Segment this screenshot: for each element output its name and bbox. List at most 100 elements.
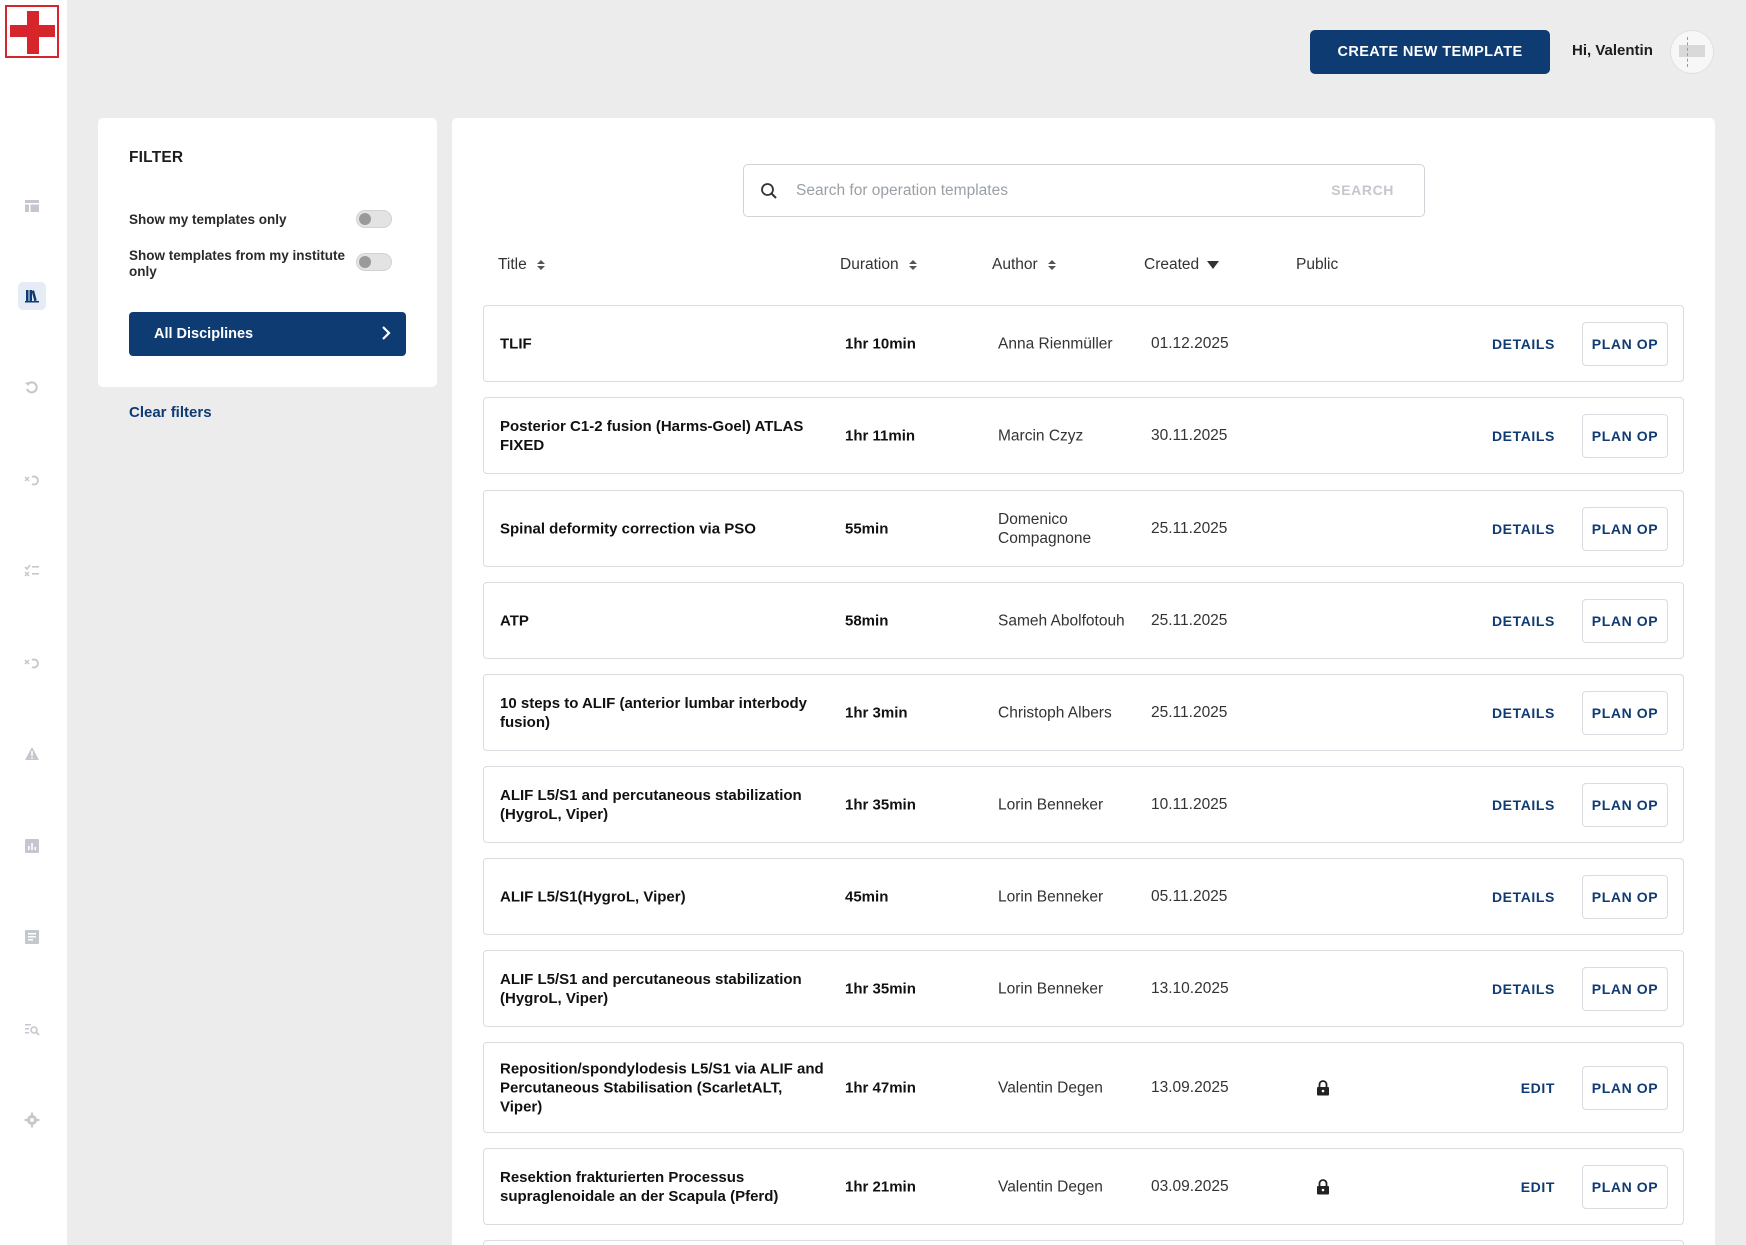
- avatar[interactable]: [1670, 30, 1714, 74]
- column-header-author[interactable]: Author: [992, 256, 1058, 274]
- clear-filters-link[interactable]: Clear filters: [129, 404, 212, 421]
- plan-op-button[interactable]: PLAN OP: [1582, 966, 1668, 1011]
- column-header-duration[interactable]: Duration: [840, 256, 919, 274]
- search-list-icon[interactable]: [20, 1017, 44, 1041]
- column-header-public: Public: [1296, 256, 1338, 274]
- history-icon[interactable]: [20, 468, 44, 492]
- details-button[interactable]: DETAILS: [1492, 981, 1555, 997]
- logo-red-cross-icon[interactable]: [5, 5, 59, 58]
- toggle-institute[interactable]: [356, 253, 392, 271]
- row-title: Posterior C1-2 fusion (Harms-Goel) ATLAS…: [500, 417, 804, 454]
- row-created: 25.11.2025: [1151, 611, 1228, 629]
- row-author: Valentin Degen: [998, 1079, 1103, 1096]
- all-disciplines-label: All Disciplines: [154, 326, 254, 342]
- details-button[interactable]: DETAILS: [1492, 521, 1555, 537]
- gear-icon[interactable]: [20, 1108, 44, 1132]
- checklist-icon[interactable]: [20, 559, 44, 583]
- column-header-title[interactable]: Title: [498, 256, 547, 274]
- history-alt-icon[interactable]: [20, 651, 44, 675]
- details-button[interactable]: DETAILS: [1492, 428, 1555, 444]
- row-created: 01.12.2025: [1151, 334, 1229, 352]
- plan-op-button[interactable]: PLAN OP: [1582, 874, 1668, 919]
- sort-icon: [908, 260, 917, 270]
- row-author: Lorin Benneker: [998, 888, 1104, 905]
- sort-icon: [1047, 260, 1056, 270]
- table-row: Posterior C1-2 fusion (Harms-Goel) ATLAS…: [483, 397, 1684, 474]
- table-row: Resektion frakturierten Processus suprag…: [483, 1148, 1684, 1225]
- details-button[interactable]: DETAILS: [1492, 336, 1555, 352]
- edit-button[interactable]: EDIT: [1521, 1080, 1555, 1096]
- row-author: Domenico Compagnone: [998, 510, 1092, 547]
- sort-icon: [536, 260, 545, 270]
- column-header-created[interactable]: Created: [1144, 256, 1220, 274]
- plan-op-button[interactable]: PLAN OP: [1582, 598, 1668, 643]
- lock-icon: [1317, 1079, 1329, 1095]
- details-button[interactable]: DETAILS: [1492, 613, 1555, 629]
- plan-op-button[interactable]: PLAN OP: [1582, 506, 1668, 551]
- all-disciplines-button[interactable]: All Disciplines: [129, 312, 406, 356]
- row-author: Marcin Czyz: [998, 427, 1084, 444]
- plan-op-button[interactable]: PLAN OP: [1582, 782, 1668, 827]
- search-button[interactable]: SEARCH: [1331, 182, 1394, 198]
- details-button[interactable]: DETAILS: [1492, 705, 1555, 721]
- row-duration: 55min: [845, 520, 889, 537]
- row-duration: 45min: [845, 888, 889, 905]
- row-duration: 1hr 3min: [845, 704, 908, 721]
- row-title: ALIF L5/S1(HygroL, Viper): [500, 888, 686, 905]
- column-public-label: Public: [1296, 256, 1339, 273]
- row-created: 25.11.2025: [1151, 703, 1228, 721]
- templates-panel: SEARCH Title Duration Author Created Pub…: [452, 118, 1715, 1245]
- toggle-my-templates[interactable]: [356, 210, 392, 228]
- create-new-template-button[interactable]: CREATE NEW TEMPLATE: [1310, 30, 1550, 74]
- warning-icon[interactable]: [20, 742, 44, 766]
- details-button[interactable]: DETAILS: [1492, 889, 1555, 905]
- search-icon: [761, 183, 777, 199]
- dashboard-icon[interactable]: [20, 194, 44, 218]
- user-greeting: Hi, Valentin: [1572, 42, 1653, 59]
- plan-op-button[interactable]: PLAN OP: [1582, 1065, 1668, 1110]
- table-row: Reposition/spondylodesis L5/S1 via ALIF …: [483, 1042, 1684, 1133]
- search-bar: SEARCH: [743, 164, 1425, 217]
- filter-title: FILTER: [129, 149, 184, 166]
- column-created-label: Created: [1144, 256, 1200, 273]
- report-icon[interactable]: [20, 925, 44, 949]
- table-row: ALIF L5/S1 and percutaneous stabilizatio…: [483, 766, 1684, 843]
- row-duration: 1hr 21min: [845, 1178, 916, 1195]
- table-row: 10 steps to ALIF (anterior lumbar interb…: [483, 674, 1684, 751]
- row-author: Anna Rienmüller: [998, 335, 1113, 352]
- row-title: TLIF: [500, 335, 532, 352]
- column-author-label: Author: [992, 256, 1038, 273]
- row-author: Sameh Abolfotouh: [998, 612, 1125, 629]
- details-button[interactable]: DETAILS: [1492, 797, 1555, 813]
- plan-op-button[interactable]: PLAN OP: [1582, 1164, 1668, 1209]
- lock-icon: [1317, 1178, 1329, 1194]
- toggle-institute-label: Show templates from my institute only: [129, 248, 346, 279]
- column-title-label: Title: [498, 256, 527, 273]
- row-title: Reposition/spondylodesis L5/S1 via ALIF …: [500, 1060, 824, 1115]
- row-created: 05.11.2025: [1151, 887, 1228, 905]
- row-duration: 1hr 47min: [845, 1079, 916, 1096]
- row-duration: 1hr 35min: [845, 796, 916, 813]
- plan-op-button[interactable]: PLAN OP: [1582, 413, 1668, 458]
- row-duration: 1hr 10min: [845, 335, 916, 352]
- table-row: [483, 1240, 1684, 1245]
- row-created: 13.09.2025: [1151, 1078, 1229, 1096]
- undo-icon[interactable]: [20, 376, 44, 400]
- sidebar: [0, 0, 67, 1245]
- sort-desc-icon: [1207, 261, 1220, 269]
- chart-icon[interactable]: [20, 834, 44, 858]
- row-title: ATP: [500, 612, 529, 629]
- plan-op-button[interactable]: PLAN OP: [1582, 321, 1668, 366]
- search-input[interactable]: [796, 177, 1296, 205]
- table-row: TLIF 1hr 10min Anna Rienmüller 01.12.202…: [483, 305, 1684, 382]
- library-icon[interactable]: [18, 282, 46, 310]
- row-title: ALIF L5/S1 and percutaneous stabilizatio…: [500, 970, 802, 1007]
- edit-button[interactable]: EDIT: [1521, 1179, 1555, 1195]
- table-row: ALIF L5/S1(HygroL, Viper) 45min Lorin Be…: [483, 858, 1684, 935]
- row-duration: 1hr 35min: [845, 980, 916, 997]
- row-created: 03.09.2025: [1151, 1177, 1229, 1195]
- row-title: Spinal deformity correction via PSO: [500, 520, 756, 537]
- table-row: ATP 58min Sameh Abolfotouh 25.11.2025 DE…: [483, 582, 1684, 659]
- plan-op-button[interactable]: PLAN OP: [1582, 690, 1668, 735]
- table-row: Spinal deformity correction via PSO 55mi…: [483, 490, 1684, 567]
